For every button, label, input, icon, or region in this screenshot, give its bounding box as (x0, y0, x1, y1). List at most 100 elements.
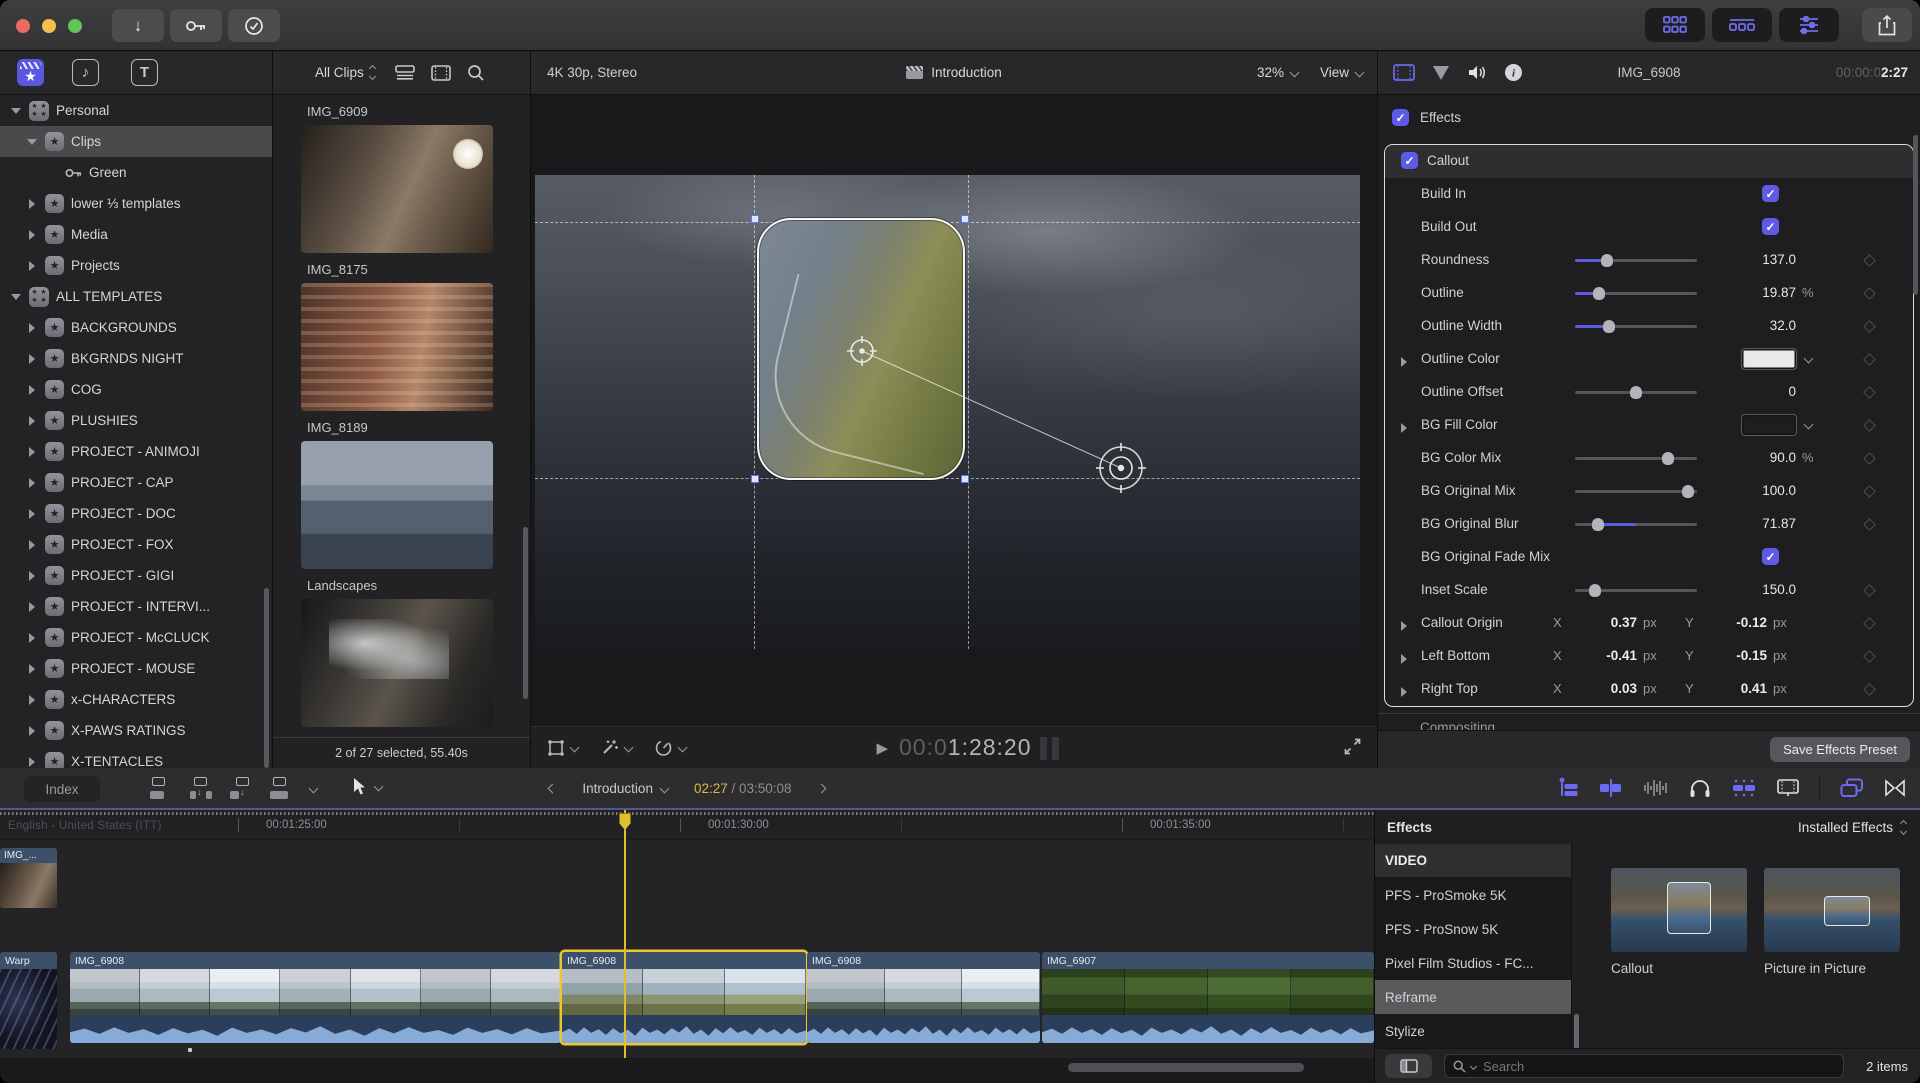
slider-outline-offset[interactable] (1575, 391, 1697, 394)
checkbox-bg-original-fade-mix[interactable]: ✓ (1762, 548, 1779, 565)
slider-bg-original-mix[interactable] (1575, 490, 1697, 493)
sidebar-item-project-gigi[interactable]: ★PROJECT - GIGI (0, 560, 272, 591)
slider-outline-width[interactable] (1575, 325, 1697, 328)
solo-icon[interactable] (1643, 778, 1669, 798)
installed-effects-dropdown[interactable]: Installed Effects (1798, 820, 1906, 835)
slider-outline[interactable] (1575, 292, 1697, 295)
disclosure-right-icon[interactable] (1401, 651, 1407, 669)
slider-bg-original-blur[interactable] (1575, 523, 1697, 526)
clip-appearance-icon[interactable] (1777, 779, 1799, 797)
background-tasks-button[interactable] (228, 9, 280, 42)
clip-filter-dropdown[interactable]: All Clips (315, 65, 375, 80)
keyframe-diamond-icon[interactable] (1863, 287, 1876, 300)
search-button[interactable] (467, 64, 485, 82)
disclosure-right-icon[interactable] (1401, 684, 1407, 702)
sidebar-item-green[interactable]: Green (0, 157, 272, 188)
checkbox-build-out[interactable]: ✓ (1762, 218, 1779, 235)
import-button[interactable]: ↓ (112, 9, 164, 42)
headphones-icon[interactable] (1689, 778, 1711, 798)
keyframe-diamond-icon[interactable] (1863, 584, 1876, 597)
slider-roundness[interactable] (1575, 259, 1697, 262)
sidebar-item-lower-templates[interactable]: ★lower ⅓ templates (0, 188, 272, 219)
checkbox-build-in[interactable]: ✓ (1762, 185, 1779, 202)
effect-card-picture-in-picture[interactable]: Picture in Picture (1764, 868, 1900, 976)
keyframe-diamond-icon[interactable] (1863, 320, 1876, 333)
keyframe-diamond-icon[interactable] (1863, 254, 1876, 267)
chevron-down-icon[interactable] (1804, 354, 1814, 364)
sidebar-item-cog[interactable]: ★COG (0, 374, 272, 405)
previous-project-icon[interactable] (548, 783, 558, 793)
disclosure-right-icon[interactable] (26, 261, 38, 271)
disclosure-right-icon[interactable] (26, 509, 38, 519)
sidebar-item-project-doc[interactable]: ★PROJECT - DOC (0, 498, 272, 529)
filmstrip-view-button[interactable] (431, 65, 451, 81)
checkbox-effects[interactable]: ✓ (1392, 109, 1409, 126)
sidebar-item-x-tentacles[interactable]: ★X-TENTACLES (0, 746, 272, 768)
slider-thumb[interactable] (1662, 452, 1674, 465)
timeline-ruler[interactable]: English - United States (ITT) 00:01:25:0… (0, 810, 1374, 840)
sidebar-item-projects[interactable]: ★Projects (0, 250, 272, 281)
zoom-button[interactable] (68, 19, 82, 33)
color-swatch-bg-fill-color[interactable] (1741, 414, 1797, 436)
disclosure-right-icon[interactable] (1401, 420, 1407, 438)
disclosure-right-icon[interactable] (1401, 618, 1407, 636)
timeline-marker[interactable] (188, 1048, 192, 1052)
clip-thumbnail-img-8189[interactable] (301, 441, 493, 569)
minimize-button[interactable] (42, 19, 56, 33)
timeline-clip-warp-0[interactable]: Warp (0, 952, 57, 1049)
disclosure-right-icon[interactable] (26, 571, 38, 581)
slider-thumb[interactable] (1601, 254, 1613, 267)
show-browser-button[interactable] (1645, 8, 1705, 42)
x-value[interactable]: 0.03 (1571, 681, 1637, 696)
disclosure-right-icon[interactable] (26, 323, 38, 333)
keyframe-diamond-icon[interactable] (1863, 353, 1876, 366)
disclosure-right-icon[interactable] (26, 540, 38, 550)
transitions-browser-button[interactable] (1884, 779, 1906, 797)
effects-category-pixel-film-studios-fc[interactable]: Pixel Film Studios - FC... (1375, 946, 1571, 980)
browser-scrollbar[interactable] (523, 527, 528, 699)
color-swatch-outline-color[interactable] (1741, 348, 1797, 370)
sidebar-item-media[interactable]: ★Media (0, 219, 272, 250)
disclosure-right-icon[interactable] (26, 664, 38, 674)
sidebar-item-project-mouse[interactable]: ★PROJECT - MOUSE (0, 653, 272, 684)
view-dropdown[interactable]: View (1320, 65, 1363, 80)
sidebar-item-bkgrnds-night[interactable]: ★BKGRNDS NIGHT (0, 343, 272, 374)
disclosure-down-icon[interactable] (10, 108, 22, 114)
effects-search-input[interactable] (1481, 1058, 1811, 1075)
y-value[interactable]: -0.12 (1701, 615, 1767, 630)
share-button[interactable] (1862, 8, 1912, 42)
effects-category-pfs-prosmoke-5k[interactable]: PFS - ProSmoke 5K (1375, 878, 1571, 912)
effects-browser-button[interactable] (1840, 778, 1864, 798)
effects-category-reframe[interactable]: Reframe (1375, 980, 1571, 1014)
timeline-clip-img-6908-3[interactable]: IMG_6908 (807, 952, 1040, 1043)
sidebar-item-clips[interactable]: ★Clips (0, 126, 272, 157)
next-project-icon[interactable] (816, 783, 826, 793)
clip-thumbnail-img-6909[interactable] (301, 125, 493, 253)
sidebar-item-x-paws-ratings[interactable]: ★X-PAWS RATINGS (0, 715, 272, 746)
callout-origin-crosshair[interactable] (847, 336, 877, 366)
sidebar-item-plushies[interactable]: ★PLUSHIES (0, 405, 272, 436)
keyframe-diamond-icon[interactable] (1863, 518, 1876, 531)
disclosure-right-icon[interactable] (26, 726, 38, 736)
slider-bg-color-mix[interactable] (1575, 457, 1697, 460)
timeline-project-dropdown[interactable]: Introduction (582, 781, 668, 796)
timeline-scrollbar[interactable] (1068, 1063, 1304, 1072)
disclosure-right-icon[interactable] (1401, 354, 1407, 372)
x-value[interactable]: -0.41 (1571, 648, 1637, 663)
play-icon[interactable]: ▶ (876, 739, 889, 757)
sidebar-item-project-mccluck[interactable]: ★PROJECT - McCLUCK (0, 622, 272, 653)
show-inspector-button[interactable] (1779, 8, 1839, 42)
disclosure-right-icon[interactable] (26, 385, 38, 395)
sidebar-item-personal[interactable]: ★★★★Personal (0, 95, 272, 126)
keyframe-diamond-icon[interactable] (1863, 485, 1876, 498)
save-effects-preset-button[interactable]: Save Effects Preset (1770, 737, 1910, 762)
sidebar-item-x-characters[interactable]: ★x-CHARACTERS (0, 684, 272, 715)
disclosure-right-icon[interactable] (26, 199, 38, 209)
effects-search-field[interactable] (1444, 1054, 1844, 1078)
close-button[interactable] (16, 19, 30, 33)
expand-viewer-button[interactable] (1344, 738, 1361, 755)
photos-audio-icon[interactable]: ♪ (72, 59, 99, 86)
connected-clip[interactable]: IMG_... (0, 848, 57, 908)
timeline-clip-img-6908-2[interactable]: IMG_6908 (562, 952, 806, 1043)
keyframe-diamond-icon[interactable] (1863, 419, 1876, 432)
